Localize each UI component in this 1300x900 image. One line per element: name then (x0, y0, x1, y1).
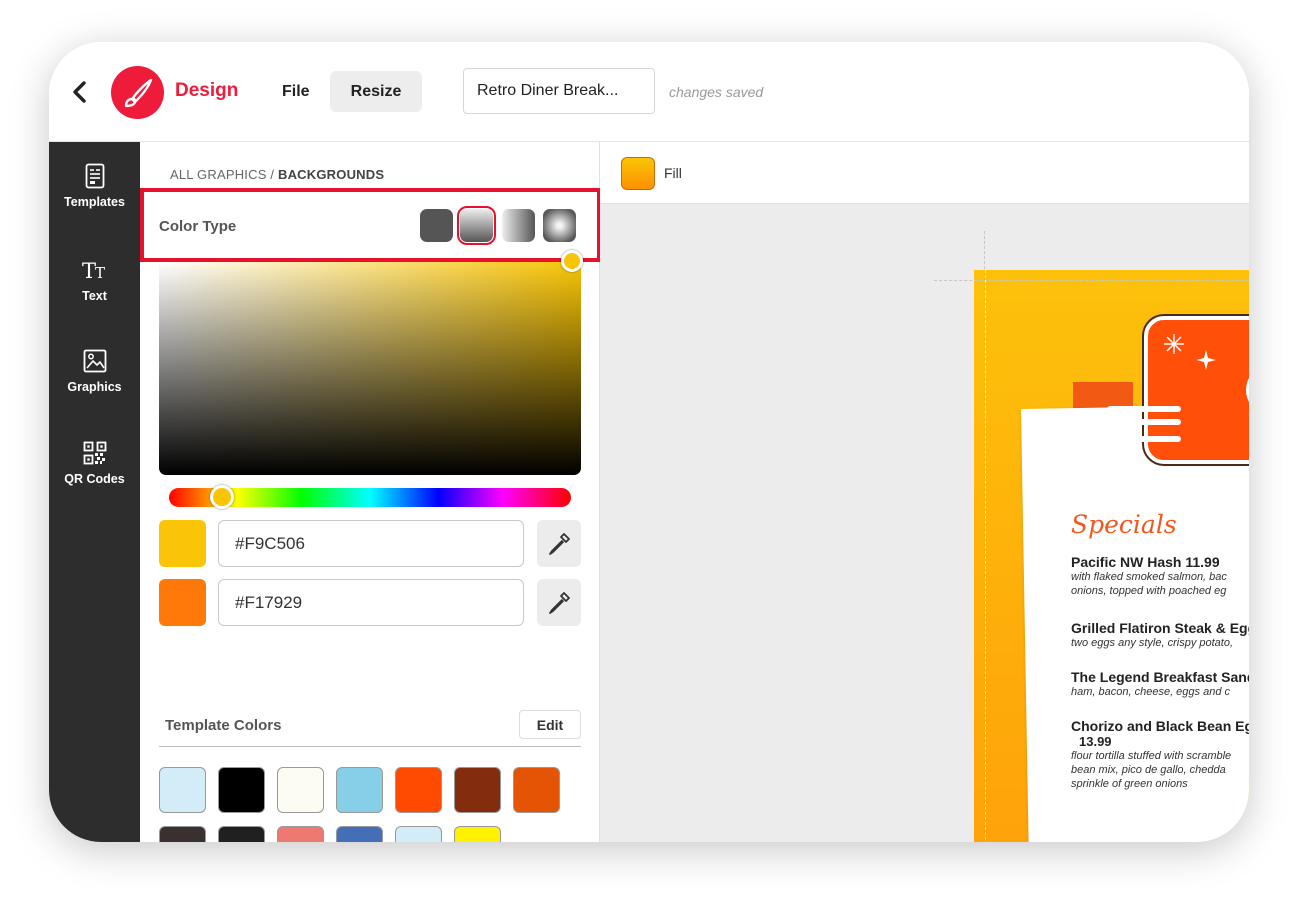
template-color-swatch[interactable] (513, 767, 560, 813)
template-color-swatch[interactable] (218, 826, 265, 842)
menu-item-name: Pacific NW Hash 11.99 (1071, 554, 1220, 570)
sign-stripe (1107, 436, 1181, 442)
menu-item-desc: ham, bacon, cheese, eggs and c (1071, 686, 1230, 698)
menu-item-desc: bean mix, pico de gallo, chedda (1071, 764, 1226, 776)
divider (159, 746, 581, 747)
menu-item-name: Grilled Flatiron Steak & Egg (1071, 620, 1249, 636)
color-stop-1-hex-input[interactable] (218, 520, 524, 567)
template-color-swatch[interactable] (277, 826, 324, 842)
menu-item[interactable]: Chorizo and Black Bean Eg 13.99 flour to… (1071, 718, 1249, 791)
menu-item[interactable]: The Legend Breakfast Sand ham, bacon, ch… (1071, 669, 1249, 699)
eyedropper-button-2[interactable] (537, 579, 581, 626)
top-bar: Design File Resize Retro Diner Break... … (49, 42, 1249, 142)
template-color-swatch[interactable] (159, 767, 206, 813)
color-stop-2-swatch[interactable] (159, 579, 206, 626)
back-button[interactable] (67, 78, 93, 106)
chevron-left-icon (73, 81, 86, 103)
color-type-linear-vertical-button[interactable] (457, 206, 496, 245)
tool-sidebar: Templates TT Text Graphics QR Codes (49, 142, 140, 842)
template-color-swatch[interactable] (454, 826, 501, 842)
qr-code-icon (83, 441, 106, 465)
breadcrumb-separator: / (266, 167, 278, 182)
saturation-picker-handle[interactable] (561, 250, 583, 272)
color-stop-1-swatch[interactable] (159, 520, 206, 567)
sidebar-item-qr-codes[interactable]: QR Codes (49, 437, 140, 509)
app-logo[interactable] (111, 66, 164, 119)
svg-text:T: T (95, 264, 105, 282)
color-stop-2-hex-input[interactable] (218, 579, 524, 626)
template-color-swatch[interactable] (454, 767, 501, 813)
sign-stripe (1107, 419, 1181, 425)
guide-line-horizontal (934, 280, 1249, 281)
sidebar-item-label: Templates (64, 195, 125, 209)
resize-button[interactable]: Resize (330, 71, 422, 112)
sparkle-icon (1164, 334, 1216, 370)
templates-icon (85, 163, 104, 189)
svg-text:T: T (82, 259, 96, 283)
sidebar-item-graphics[interactable]: Graphics (49, 345, 140, 417)
paintbrush-icon (124, 78, 152, 107)
template-color-swatch[interactable] (159, 826, 206, 842)
bleed-guide (985, 270, 986, 842)
sidebar-item-label: Graphics (67, 380, 122, 394)
menu-item[interactable]: Grilled Flatiron Steak & Egg two eggs an… (1071, 620, 1249, 650)
hue-slider-handle[interactable] (210, 485, 234, 509)
menu-item-name: Chorizo and Black Bean Eg (1071, 718, 1249, 734)
template-color-swatch[interactable] (277, 767, 324, 813)
sign-letter-shape (1246, 370, 1249, 410)
sidebar-item-label: Text (82, 289, 107, 303)
eyedropper-button-1[interactable] (537, 520, 581, 567)
save-status: changes saved (669, 84, 764, 100)
sign-stripe (1107, 406, 1181, 412)
menu-item-desc: with flaked smoked salmon, bac (1071, 571, 1227, 583)
template-color-swatch[interactable] (218, 767, 265, 813)
color-type-radial-button[interactable] (543, 209, 576, 242)
canvas-viewport: Specials Pacific NW Hash 11.99 with flak… (598, 142, 1249, 842)
file-menu-button[interactable]: File (271, 72, 321, 112)
app-window: Design File Resize Retro Diner Break... … (49, 42, 1249, 842)
color-type-solid-button[interactable] (420, 209, 453, 242)
menu-item-desc: two eggs any style, crispy potato, (1071, 637, 1234, 649)
menu-item-desc: onions, topped with poached eg (1071, 585, 1227, 597)
menu-item-name: The Legend Breakfast Sand (1071, 669, 1249, 685)
app-title: Design (175, 80, 239, 101)
image-icon (83, 349, 106, 373)
template-color-swatch[interactable] (336, 826, 383, 842)
template-color-swatch[interactable] (336, 767, 383, 813)
color-type-linear-horizontal-button[interactable] (502, 209, 535, 242)
text-icon: TT (82, 259, 105, 283)
menu-item-desc: flour tortilla stuffed with scramble (1071, 750, 1232, 762)
menu-item-price: 13.99 (1079, 734, 1112, 749)
saturation-picker[interactable] (159, 262, 581, 475)
menu-item[interactable]: Pacific NW Hash 11.99 with flaked smoked… (1071, 554, 1227, 598)
breadcrumb: ALL GRAPHICS / BACKGROUNDS (170, 167, 384, 182)
template-colors-label: Template Colors (165, 717, 282, 734)
document-title-field[interactable]: Retro Diner Break... (463, 68, 655, 114)
menu-heading[interactable]: Specials (1071, 510, 1177, 539)
breadcrumb-root-link[interactable]: ALL GRAPHICS (170, 167, 267, 182)
menu-item-desc: sprinkle of green onions (1071, 778, 1188, 790)
sidebar-item-templates[interactable]: Templates (49, 160, 140, 232)
sidebar-item-label: QR Codes (64, 472, 125, 486)
template-color-swatch[interactable] (395, 767, 442, 813)
eyedropper-icon (549, 591, 570, 614)
eyedropper-icon (549, 532, 570, 555)
breadcrumb-current: BACKGROUNDS (278, 167, 385, 182)
template-color-swatch[interactable] (395, 826, 442, 842)
sidebar-item-text[interactable]: TT Text (49, 254, 140, 326)
edit-template-colors-button[interactable]: Edit (519, 710, 581, 739)
color-type-label: Color Type (159, 218, 237, 235)
backgrounds-panel: ALL GRAPHICS / BACKGROUNDS Color Type Te… (140, 142, 601, 842)
